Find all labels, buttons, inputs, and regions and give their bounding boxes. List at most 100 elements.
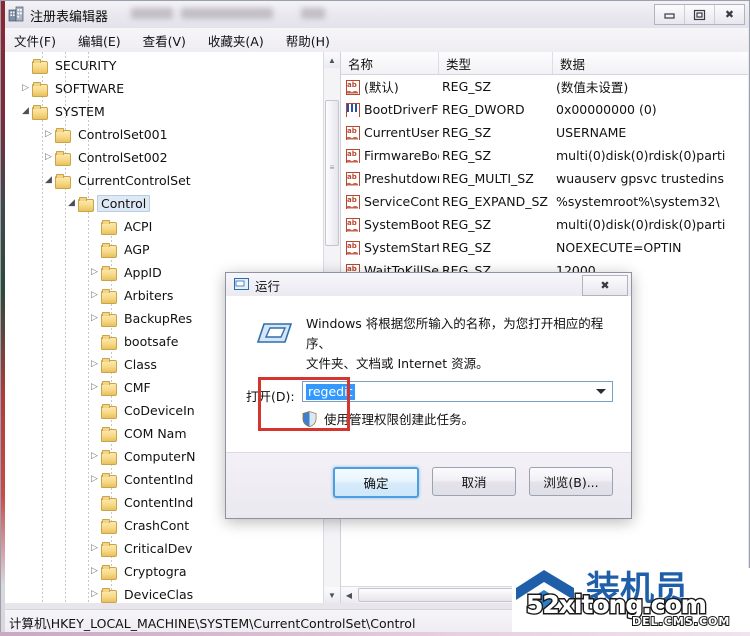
- menu-view[interactable]: 查看(V): [141, 29, 188, 52]
- menu-favorites[interactable]: 收藏夹(A): [206, 29, 266, 52]
- table-row[interactable]: ab CurrentUser REG_SZ USERNAME: [341, 121, 748, 144]
- value-name-cell: ab ServiceControl...: [341, 194, 439, 209]
- browse-button[interactable]: 浏览(B)...: [529, 467, 613, 496]
- tree-item-acpi[interactable]: ACPI: [2, 215, 324, 238]
- tree-item-label: BackupRes: [124, 311, 193, 326]
- expand-arrow-icon[interactable]: ▷: [88, 544, 101, 553]
- expand-arrow-icon[interactable]: ▷: [88, 567, 101, 576]
- tree-item-label: CrashCont: [124, 518, 190, 533]
- ok-button[interactable]: 确定: [333, 467, 419, 498]
- collapse-arrow-icon[interactable]: ◢: [42, 176, 55, 185]
- scroll-left-icon[interactable]: ◀: [341, 587, 357, 603]
- folder-icon: [78, 197, 94, 212]
- table-row[interactable]: ab ServiceControl...REG_EXPAND_SZ %systemr…: [341, 190, 748, 213]
- chevron-down-icon[interactable]: [596, 389, 606, 394]
- menu-file[interactable]: 文件(F): [12, 29, 58, 52]
- expand-arrow-icon[interactable]: ▷: [88, 590, 101, 599]
- table-row[interactable]: ab (默认) REG_SZ (数值未设置): [341, 75, 748, 98]
- table-row[interactable]: BootDriverFlagsREG_DWORD 0x00000000 (0): [341, 98, 748, 121]
- tree-scroll-thumb[interactable]: ≡: [325, 100, 339, 246]
- tree-item-label: Class: [124, 357, 157, 372]
- run-dialog-close-button[interactable]: ✖: [582, 275, 628, 296]
- folder-icon: [55, 128, 71, 143]
- run-dialog-titlebar[interactable]: 运行 ✖: [226, 273, 631, 296]
- value-type-cell: REG_SZ: [442, 79, 492, 94]
- column-header-type[interactable]: 类型: [439, 52, 553, 74]
- cancel-button[interactable]: 取消: [432, 467, 516, 496]
- tree-item-label: ContentInd: [124, 495, 194, 510]
- tree-item-controlset001[interactable]: ▷ ControlSet001: [2, 123, 324, 146]
- value-data-cell: 0x00000000 (0): [556, 102, 657, 117]
- tree-item-system[interactable]: ◢ SYSTEM: [2, 100, 324, 123]
- value-name: (默认): [364, 80, 399, 95]
- expand-arrow-icon[interactable]: ▷: [88, 360, 101, 369]
- folder-icon: [101, 404, 117, 419]
- folder-icon: [101, 312, 117, 327]
- expand-arrow-icon[interactable]: ▷: [88, 314, 101, 323]
- value-type-cell: REG_EXPAND_SZ: [442, 194, 548, 209]
- tree-item-label: Arbiters: [124, 288, 174, 303]
- value-type-cell: REG_MULTI_SZ: [442, 171, 534, 186]
- screen-bottom-edge-artifact: [0, 632, 750, 636]
- collapse-arrow-icon[interactable]: ◢: [65, 199, 78, 208]
- minimize-button[interactable]: [655, 5, 685, 24]
- collapse-arrow-icon[interactable]: ◢: [19, 107, 32, 116]
- expand-arrow-icon[interactable]: ▷: [88, 475, 101, 484]
- value-name-cell: ab CurrentUser: [341, 125, 439, 140]
- value-type-cell: REG_SZ: [442, 217, 492, 232]
- value-name: BootDriverFlags: [364, 102, 439, 117]
- expand-arrow-icon[interactable]: ▷: [42, 153, 55, 162]
- column-header-data[interactable]: 数据: [553, 52, 748, 74]
- expand-arrow-icon[interactable]: ▷: [88, 383, 101, 392]
- expand-arrow-icon[interactable]: ▷: [19, 84, 32, 93]
- folder-icon: [101, 450, 117, 465]
- scroll-up-icon[interactable]: ▲: [324, 52, 340, 68]
- tree-item-currentcontrolset[interactable]: ◢ CurrentControlSet: [2, 169, 324, 192]
- watermark: 装机员 52xitong.com 52xitong.com DEL.CMS.CO…: [512, 568, 750, 634]
- tree-item-label: AppID: [124, 265, 162, 280]
- tree-item-security[interactable]: SECURITY: [2, 54, 324, 77]
- tree-item-label: ControlSet002: [78, 150, 168, 165]
- tree-item-label: ControlSet001: [78, 127, 168, 142]
- tree-item-criticaldev[interactable]: ▷ CriticalDev: [2, 537, 324, 560]
- scroll-down-icon[interactable]: ▼: [324, 587, 340, 603]
- tree-item-software[interactable]: ▷ SOFTWARE: [2, 77, 324, 100]
- tree-item-control[interactable]: ◢ Control: [2, 192, 324, 215]
- expand-arrow-icon[interactable]: ▷: [88, 268, 101, 277]
- column-header-name[interactable]: 名称: [341, 52, 439, 74]
- tree-item-cryptogra[interactable]: ▷ Cryptogra: [2, 560, 324, 583]
- menu-edit[interactable]: 编辑(E): [76, 29, 123, 52]
- close-icon: ✖: [724, 8, 735, 21]
- tree-item-label: AGP: [124, 242, 150, 257]
- tree-item-agp[interactable]: AGP: [2, 238, 324, 261]
- expand-arrow-icon[interactable]: ▷: [88, 452, 101, 461]
- tree-item-label: SYSTEM: [55, 104, 105, 119]
- close-button[interactable]: ✖: [715, 5, 744, 24]
- tree-item-deviceclas[interactable]: ▷ DeviceClas: [2, 583, 324, 603]
- title-blurred-text-3: [301, 8, 325, 19]
- value-data-cell: %systemroot%\system32\: [556, 194, 720, 209]
- run-dialog-description: Windows 将根据您所输入的名称，为您打开相应的程序、 文件夹、文档或 In…: [306, 314, 613, 374]
- tree-item-label: Control: [97, 195, 151, 212]
- expand-arrow-icon[interactable]: ▷: [88, 291, 101, 300]
- tree-item-controlset002[interactable]: ▷ ControlSet002: [2, 146, 324, 169]
- window-left-edge-artifact: [1, 1, 5, 635]
- minimize-icon: [664, 13, 675, 19]
- string-value-icon: ab: [345, 240, 360, 255]
- value-data-cell: (数值未设置): [556, 80, 629, 95]
- list-rows: ab (默认) REG_SZ (数值未设置) BootDriverFlagsREG_DW…: [341, 75, 748, 282]
- table-row[interactable]: ab PreshutdownO...REG_MULTI_SZ wuauserv gp…: [341, 167, 748, 190]
- table-row[interactable]: ab FirmwareBoot...REG_SZ multi(0)disk(0)rd…: [341, 144, 748, 167]
- expand-arrow-icon[interactable]: ▷: [42, 130, 55, 139]
- maximize-button[interactable]: [685, 5, 715, 24]
- menu-help[interactable]: 帮助(H): [284, 29, 332, 52]
- value-name: FirmwareBoot...: [364, 148, 439, 163]
- tree-item-label: CriticalDev: [124, 541, 193, 556]
- window-titlebar[interactable]: 注册表编辑器 ✖: [1, 1, 749, 28]
- table-row[interactable]: ab SystemBootDe...REG_SZ multi(0)disk(0)rd…: [341, 213, 748, 236]
- table-row[interactable]: ab SystemStartOp...REG_SZ NOEXECUTE=OPTIN: [341, 236, 748, 259]
- value-data-cell: wuauserv gpsvc trustedins: [556, 171, 724, 186]
- folder-icon: [101, 473, 117, 488]
- folder-icon: [101, 519, 117, 534]
- folder-icon: [101, 542, 117, 557]
